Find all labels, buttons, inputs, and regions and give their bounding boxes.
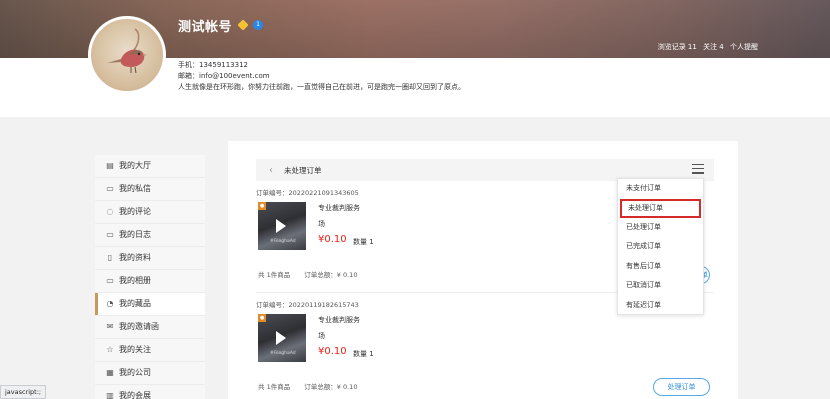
- sidebar-item-label: 我的藏品: [119, 299, 151, 309]
- company-icon: ▦: [106, 368, 114, 378]
- username: 测试帐号: [178, 20, 233, 35]
- product-quantity: 数量 1: [353, 350, 374, 358]
- comment-icon: ◌: [106, 207, 114, 217]
- sidebar-item-label: 我的私信: [119, 184, 151, 194]
- sidebar-menu: ▤ 我的大厅 ▭ 我的私信 ◌ 我的评论 ▭ 我的日志 ▯ 我的资料 ▭ 我的相册 ◔ 我的藏…: [95, 155, 205, 399]
- vip-level-badge: 1: [253, 20, 263, 30]
- browse-history-link[interactable]: 浏览记录 11: [658, 43, 697, 51]
- sidebar-item-label: 我的关注: [119, 345, 151, 355]
- star-icon: ☆: [106, 345, 114, 355]
- product-unit: 场: [318, 332, 325, 340]
- menu-icon[interactable]: [692, 164, 704, 174]
- order-total: 订单总额：¥ 0.10: [304, 383, 358, 391]
- product-thumbnail[interactable]: ● #FiloghaAd: [258, 202, 306, 250]
- play-icon: [276, 219, 286, 233]
- order-filter-dropdown: 未支付订单 未处理订单 已处理订单 已完成订单 有售后订单 已取消订单 有延迟订…: [617, 178, 704, 315]
- product-price: ¥0.10: [318, 346, 347, 357]
- page-title: 未处理订单: [284, 165, 322, 175]
- exhibition-icon: ▥: [106, 391, 114, 399]
- browser-status-bar: javascript:;: [0, 385, 47, 399]
- sidebar-item-invitation[interactable]: ✉ 我的邀请函: [95, 316, 205, 339]
- message-icon: ▭: [106, 184, 114, 194]
- product-name[interactable]: 专业裁判服务: [318, 315, 360, 325]
- avatar[interactable]: [88, 16, 166, 94]
- product-name[interactable]: 专业裁判服务: [318, 203, 360, 213]
- thumbnail-caption: #FiloghaAd: [270, 351, 296, 356]
- sidebar-item-label: 我的会展: [119, 391, 151, 399]
- sidebar-item-exhibition[interactable]: ▥ 我的会展: [95, 385, 205, 399]
- filter-unprocessed[interactable]: 未处理订单: [620, 198, 701, 218]
- process-order-button[interactable]: 处理订单: [653, 378, 710, 396]
- email-text: 邮箱：info@100event.com: [178, 72, 270, 80]
- profile-details: 手机：13459113312 邮箱：info@100event.com 人生就像…: [178, 60, 465, 93]
- profile-stats: 浏览记录 11 关注 4 个人提醒: [654, 42, 758, 52]
- sidebar-item-label: 我的日志: [119, 230, 151, 240]
- order-total: 订单总额：¥ 0.10: [304, 271, 358, 279]
- filter-completed[interactable]: 已完成订单: [618, 237, 703, 257]
- product-price: ¥0.10: [318, 234, 347, 245]
- sidebar-item-messages[interactable]: ▭ 我的私信: [95, 178, 205, 201]
- sidebar-item-label: 我的资料: [119, 253, 151, 263]
- filter-delayed[interactable]: 有延迟订单: [618, 296, 703, 316]
- sidebar-item-comments[interactable]: ◌ 我的评论: [95, 201, 205, 224]
- sidebar-item-company[interactable]: ▦ 我的公司: [95, 362, 205, 385]
- product-thumbnail[interactable]: ● #FiloghaAd: [258, 314, 306, 362]
- order-summary: 共 1件商品 订单总额：¥ 0.10: [258, 269, 369, 279]
- filter-unpaid[interactable]: 未支付订单: [618, 179, 703, 199]
- sidebar-item-hall[interactable]: ▤ 我的大厅: [95, 155, 205, 178]
- thumbnail-tag: ●: [258, 314, 267, 322]
- sidebar-item-label: 我的评论: [119, 207, 151, 217]
- filter-after-sale[interactable]: 有售后订单: [618, 257, 703, 277]
- thumbnail-caption: #FiloghaAd: [270, 239, 296, 244]
- sidebar-item-collection[interactable]: ◔ 我的藏品: [95, 293, 205, 316]
- collection-icon: ◔: [106, 299, 114, 309]
- play-icon: [276, 331, 286, 345]
- sidebar-item-label: 我的公司: [119, 368, 151, 378]
- profile-icon: ▯: [107, 253, 113, 263]
- thumbnail-tag: ●: [258, 202, 267, 210]
- item-count: 共 1件商品: [258, 383, 291, 391]
- product-unit: 场: [318, 220, 325, 228]
- bio-text: 人生就像是在环形跑，你努力往前跑，一直觉得自己在前进，可是跑完一圈却又回到了原点…: [178, 83, 465, 91]
- sidebar-item-profile[interactable]: ▯ 我的资料: [95, 247, 205, 270]
- follow-count-link[interactable]: 关注 4: [703, 43, 724, 51]
- sidebar-item-label: 我的大厅: [119, 161, 151, 171]
- back-chevron-icon[interactable]: ‹: [262, 165, 280, 176]
- album-icon: ▭: [106, 276, 114, 286]
- hall-icon: ▤: [106, 161, 114, 171]
- sidebar-item-album[interactable]: ▭ 我的相册: [95, 270, 205, 293]
- sidebar-item-logs[interactable]: ▭ 我的日志: [95, 224, 205, 247]
- order-summary: 共 1件商品 订单总额：¥ 0.10: [258, 381, 369, 391]
- sidebar-item-label: 我的邀请函: [119, 322, 159, 332]
- sidebar-item-label: 我的相册: [119, 276, 151, 286]
- filter-cancelled[interactable]: 已取消订单: [618, 276, 703, 296]
- bird-avatar-image: [107, 28, 147, 74]
- invitation-icon: ✉: [106, 322, 114, 332]
- item-count: 共 1件商品: [258, 271, 291, 279]
- personal-reminder-link[interactable]: 个人提醒: [730, 43, 758, 51]
- phone-text: 手机：13459113312: [178, 61, 248, 69]
- log-icon: ▭: [106, 230, 114, 240]
- filter-processed[interactable]: 已处理订单: [618, 218, 703, 238]
- sidebar-item-follows[interactable]: ☆ 我的关注: [95, 339, 205, 362]
- product-quantity: 数量 1: [353, 238, 374, 246]
